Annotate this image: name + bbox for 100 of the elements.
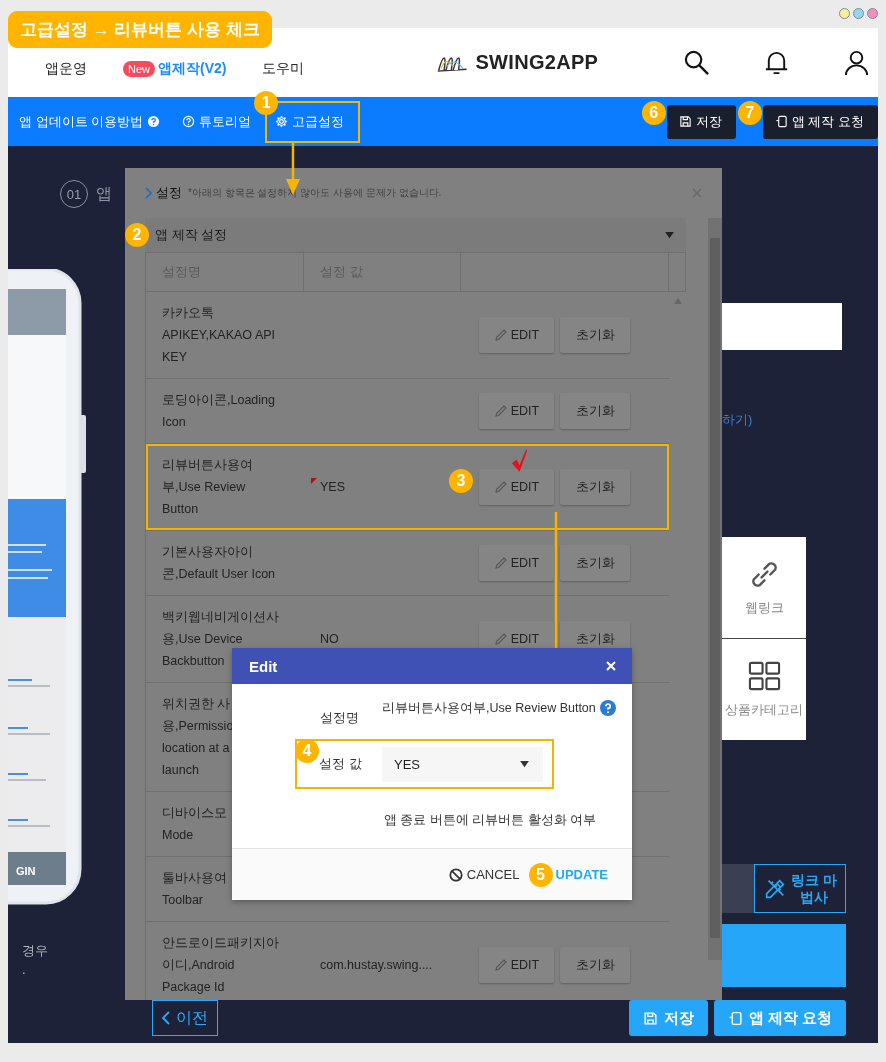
setting-name: location at a (162, 740, 230, 757)
menu-tile[interactable]: 웹링크 (722, 537, 806, 638)
panel-title: 설정 (156, 184, 182, 202)
step-marker: 3 (449, 469, 473, 493)
menu-tile[interactable]: 상품카테고리 (722, 639, 806, 740)
action-bar[interactable] (722, 924, 846, 987)
pencil-icon (493, 328, 508, 342)
setting-name: launch (162, 762, 199, 779)
setting-name: Toolbar (162, 892, 203, 909)
gear-icon (275, 115, 289, 128)
link-field[interactable] (722, 864, 754, 913)
edit-button[interactable]: EDIT (479, 545, 554, 581)
step-marker: 7 (737, 100, 762, 125)
save-icon (642, 1010, 658, 1026)
value-select[interactable]: YES (382, 746, 543, 782)
guide-link[interactable]: 하기) (722, 411, 846, 429)
setting-name: APIKEY,KAKAO API (162, 327, 276, 344)
setting-name: 이디,Android (162, 957, 235, 974)
setting-name: 기본사용자아이 (162, 544, 253, 561)
search-icon[interactable] (683, 49, 710, 76)
reset-button[interactable]: 초기화 (560, 545, 630, 581)
footer-button[interactable]: 저장 (628, 1000, 708, 1036)
link-wizard-button[interactable]: 링크 마법사 (754, 864, 846, 913)
help-icon[interactable] (599, 700, 616, 716)
setting-value: NO (320, 632, 339, 646)
reset-button[interactable]: 초기화 (560, 947, 630, 983)
setting-name: 용,Permissio (162, 718, 234, 735)
edit-button[interactable]: EDIT (479, 393, 554, 429)
pencil-icon (493, 958, 508, 972)
nav-link[interactable]: New 앱제작(V2) (123, 59, 227, 78)
field-label: 설정명 (319, 709, 360, 727)
nav-link[interactable]: 앱운영 (45, 59, 87, 78)
bell-icon[interactable] (763, 49, 790, 76)
window-dot (853, 8, 864, 19)
field-description: 앱 종료 버튼에 리뷰버튼 활성화 여부 (384, 812, 598, 829)
setting-name: 부,Use Review (162, 479, 246, 496)
field-label: 설정 값 (318, 755, 363, 773)
logo-text: SWING2APP (475, 51, 599, 74)
step-marker: 5 (528, 862, 553, 887)
scroll-up-icon[interactable] (673, 298, 682, 304)
setting-name: 툴바사용여 (162, 870, 227, 887)
edit-button[interactable]: EDIT (479, 317, 554, 353)
reset-button[interactable]: 초기화 (560, 393, 630, 429)
edit-button[interactable]: EDIT (479, 947, 554, 983)
dialog-title: Edit (249, 657, 278, 675)
device-icon (727, 1010, 743, 1026)
scrollbar[interactable] (708, 218, 722, 960)
chevron-left-icon (162, 1011, 170, 1025)
caret-icon (520, 760, 529, 768)
setting-name: 카카오톡 (162, 305, 214, 322)
setting-name: 안드로이드패키지아 (162, 935, 279, 952)
text-field[interactable] (722, 303, 842, 350)
pencil-icon (493, 556, 508, 570)
nav-link[interactable]: 도우미 (262, 59, 305, 78)
step-label: 앱 (96, 183, 112, 204)
setting-value: com.hustay.swing.... (320, 958, 433, 972)
chevron-right-icon (145, 187, 152, 199)
help-icon (182, 115, 196, 128)
pencil-icon (493, 480, 508, 494)
setting-name: Mode (162, 827, 194, 844)
setting-name: Button (162, 501, 199, 518)
toolbar-button[interactable]: 저장 (666, 104, 736, 139)
grid-icon (747, 660, 781, 693)
window-dot (867, 8, 878, 19)
cancel-button[interactable]: CANCEL (448, 867, 520, 882)
caret-icon (665, 231, 674, 239)
description-text: 경우 (22, 942, 49, 960)
toolbar-button[interactable]: 앱 제작 요청 (762, 104, 878, 139)
setting-name: 디바이스모 (162, 805, 227, 822)
update-button[interactable]: UPDATE (555, 867, 608, 882)
setting-name: 콘,Default User Icon (162, 566, 276, 583)
setting-name: Icon (162, 414, 186, 431)
annotation-title: 고급설정 → 리뷰버튼 사용 체크 (8, 11, 272, 48)
step-marker: 2 (125, 223, 149, 247)
device-icon (774, 115, 788, 128)
setting-name: KEY (162, 349, 187, 366)
new-badge: New (123, 60, 155, 77)
setting-name: Package Id (162, 979, 225, 996)
reset-button[interactable]: 초기화 (560, 469, 630, 505)
pencil-icon (493, 404, 508, 418)
pencil-icon (493, 632, 508, 646)
setting-name: Backbutton (162, 653, 225, 670)
help-icon (147, 115, 161, 128)
ban-icon (448, 867, 463, 882)
user-icon[interactable] (843, 49, 870, 76)
setting-value: YES (320, 480, 345, 494)
window-dot (839, 8, 850, 19)
setting-name: 용,Use Device (162, 631, 243, 648)
footer-button[interactable]: 앱 제작 요청 (713, 1000, 846, 1036)
setting-name: 위치권한 사 (162, 696, 231, 713)
edit-button[interactable]: EDIT (479, 469, 554, 505)
save-icon (678, 115, 692, 128)
section-header[interactable]: 앱 제작 설정 (145, 218, 686, 252)
setting-name: 백키웹네비게이션사 (162, 609, 279, 626)
setting-name: 로딩아이콘,Loading (162, 392, 275, 409)
step-marker: 4 (295, 739, 319, 763)
reset-button[interactable]: 초기화 (560, 317, 630, 353)
step-marker: 6 (641, 100, 666, 125)
back-button[interactable]: 이전 (152, 1000, 218, 1036)
toolbar-link[interactable]: 앱 업데이트 이용방법 (11, 100, 169, 143)
